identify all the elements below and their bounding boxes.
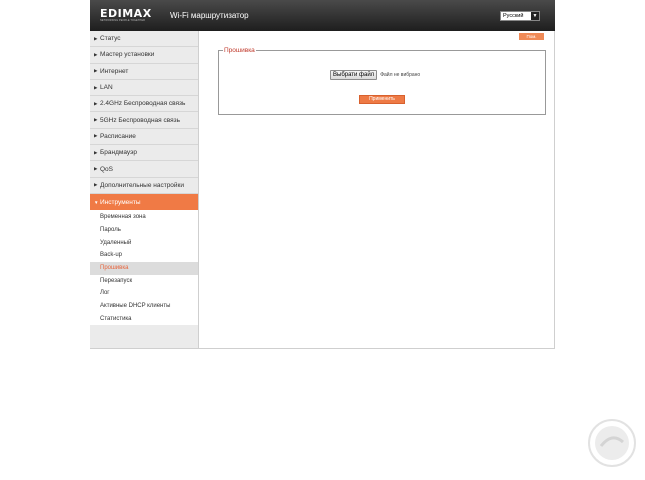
logo-text: EDIMAX	[100, 7, 152, 20]
submenu-item-time-zone[interactable]: Временная зона	[90, 211, 199, 224]
sidebar-item-label: 5GHz Беспроводная связь	[100, 116, 180, 124]
help-button[interactable]: Пом.	[519, 33, 544, 40]
sidebar-item-lan[interactable]: ▶ LAN	[90, 80, 199, 97]
submenu-item-password[interactable]: Пароль	[90, 224, 199, 237]
chevron-down-icon[interactable]: ▼	[531, 12, 539, 20]
sidebar-item-label: QoS	[100, 165, 114, 173]
submenu-item-remote[interactable]: Удаленный	[90, 237, 199, 250]
product-title: Wi-Fi маршрутизатор	[170, 11, 249, 20]
logo-tagline: NETWORKING PEOPLE TOGETHER	[100, 19, 146, 22]
language-value: Русский	[503, 13, 524, 19]
sidebar-item-label: Инструменты	[100, 198, 141, 206]
firmware-panel: Прошивка Выбрати файл Файл не вибрано Пр…	[218, 46, 546, 115]
content-divider	[198, 31, 199, 349]
sidebar-item-label: Дополнительные настройки	[100, 181, 185, 189]
sidebar: ▶ Статус ▶ Мастер установки ▶ Интернет ▶ LAN…	[90, 31, 199, 349]
file-picker-row: Выбрати файл Файл не вибрано	[330, 70, 420, 80]
sidebar-item-advanced[interactable]: ▶ Дополнительные настройки	[90, 178, 199, 194]
language-select[interactable]: Русский ▼	[500, 11, 540, 21]
panel-title: Прошивка	[223, 46, 256, 55]
content-bottom-border	[90, 348, 555, 349]
sidebar-item-label: Интернет	[100, 67, 129, 75]
sidebar-item-wireless-5[interactable]: ▶ 5GHz Беспроводная связь	[90, 112, 199, 129]
submenu-item-restart[interactable]: Перезапуск	[90, 275, 199, 288]
sidebar-item-label: Расписание	[100, 132, 136, 140]
sidebar-item-label: LAN	[100, 84, 113, 92]
sidebar-item-wireless-24[interactable]: ▶ 2.4GHz Беспроводная связь	[90, 96, 199, 113]
watermark-logo-icon	[587, 418, 637, 468]
choose-file-button[interactable]: Выбрати файл	[330, 70, 378, 80]
sidebar-item-label: 2.4GHz Беспроводная связь	[100, 100, 186, 108]
sidebar-item-status[interactable]: ▶ Статус	[90, 31, 199, 48]
sidebar-item-label: Брандмауэр	[100, 149, 137, 157]
submenu-item-backup[interactable]: Back-up	[90, 249, 199, 262]
submenu-item-log[interactable]: Лог	[90, 287, 199, 300]
submenu-item-statistics[interactable]: Статистика	[90, 313, 199, 326]
tools-submenu: Временная зона Пароль Удаленный Back-up …	[90, 210, 199, 326]
submenu-item-dhcp-clients[interactable]: Активные DHCP клиенты	[90, 300, 199, 313]
watermark-graphic	[588, 419, 636, 467]
sidebar-item-tools[interactable]: ▼ Инструменты	[90, 193, 199, 211]
sidebar-item-label: Мастер установки	[100, 51, 155, 59]
edimax-logo: EDIMAX NETWORKING PEOPLE TOGETHER	[100, 8, 162, 24]
sidebar-item-label: Статус	[100, 35, 121, 43]
content-right-border	[554, 31, 555, 349]
sidebar-item-setup-wizard[interactable]: ▶ Мастер установки	[90, 47, 199, 64]
no-file-text: Файл не вибрано	[380, 72, 421, 78]
sidebar-item-internet[interactable]: ▶ Интернет	[90, 64, 199, 80]
apply-button[interactable]: Применить	[359, 95, 405, 104]
sidebar-item-qos[interactable]: ▶ QoS	[90, 161, 199, 178]
sidebar-item-schedule[interactable]: ▶ Расписание	[90, 129, 199, 146]
top-header: EDIMAX NETWORKING PEOPLE TOGETHER Wi-Fi …	[90, 0, 555, 31]
submenu-item-firmware[interactable]: Прошивка	[90, 262, 199, 275]
sidebar-item-firewall[interactable]: ▶ Брандмауэр	[90, 145, 199, 162]
